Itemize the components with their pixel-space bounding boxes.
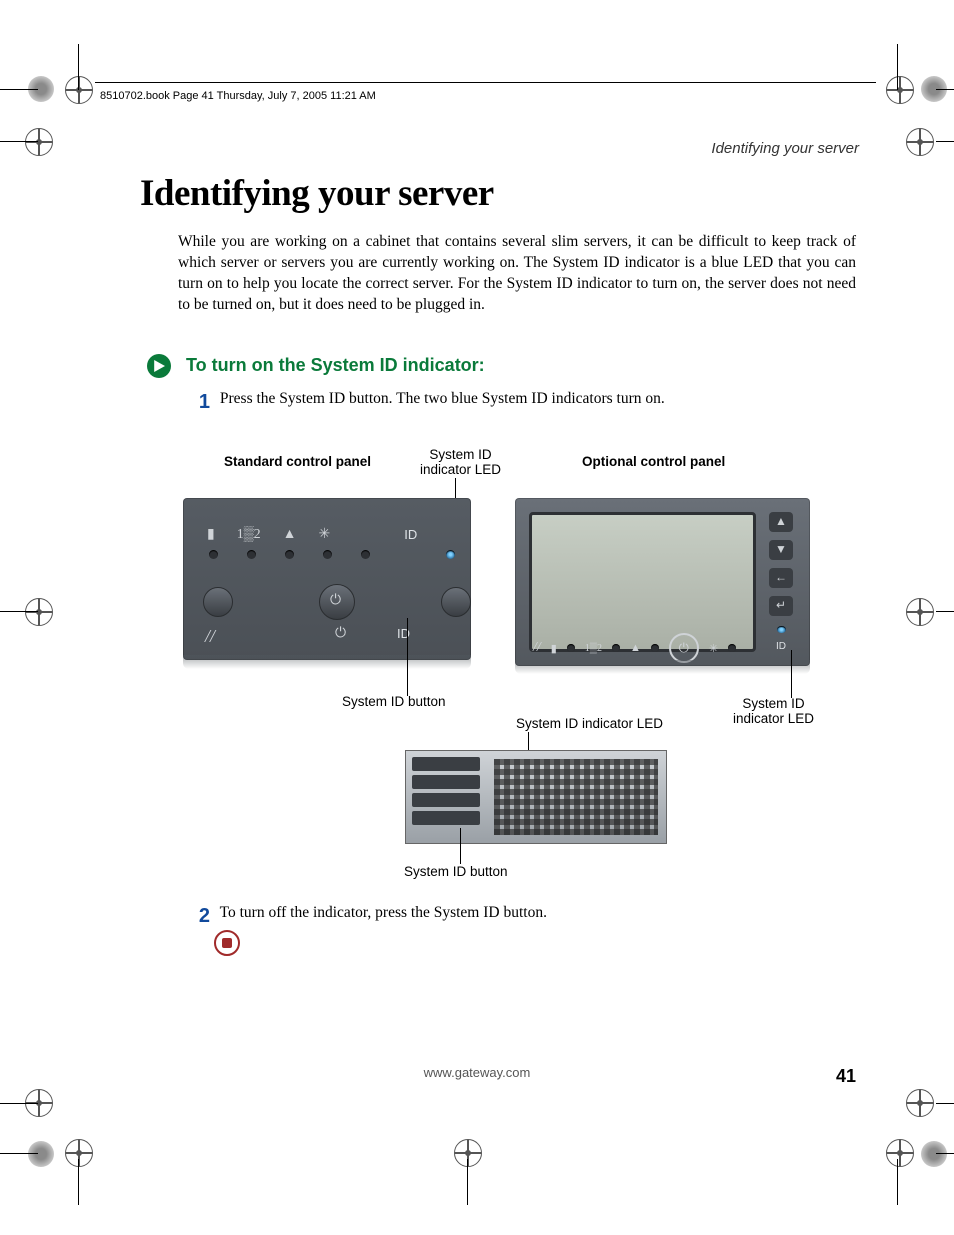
system-id-led [777,626,786,633]
power-button-figure: ⏻ [319,584,355,620]
system-id-button-figure [441,587,471,617]
footer-url: www.gateway.com [0,1065,954,1080]
registration-mark-icon [25,598,53,626]
panel-reflection [515,660,810,674]
page-title: Identifying your server [140,172,494,215]
printer-mark-icon [28,1141,54,1167]
down-arrow-icon: ▼ [769,540,793,560]
label-sysid-led-right: System ID indicator LED [733,696,814,726]
step-number: 1 [186,388,210,416]
crop-line [467,1159,468,1205]
page-number: 41 [836,1066,856,1087]
led [612,644,620,652]
warning-icon: ▲ [630,642,641,654]
led [651,644,659,652]
header-rule [95,82,876,83]
intro-paragraph: While you are working on a cabinet that … [178,232,856,316]
step-text: To turn off the indicator, press the Sys… [220,904,547,921]
reset-icon: // [205,626,215,647]
crop-line [936,1153,954,1154]
led [728,644,736,652]
registration-mark-icon [886,1139,914,1167]
port-icon [412,793,480,807]
step-number: 2 [186,902,210,930]
panel-reflection [183,655,471,669]
net-led [247,550,256,559]
enter-icon: ↵ [769,596,793,616]
port-icon [412,775,480,789]
step-2: 2 To turn off the indicator, press the S… [186,902,856,930]
running-head: Identifying your server [711,140,859,157]
led [567,644,575,652]
crop-line [78,1159,79,1205]
label-standard-panel: Standard control panel [224,454,371,469]
callout-line [791,650,792,698]
crop-line [936,611,954,612]
stop-icon [214,930,240,956]
hdd-icon: ▮ [207,526,215,543]
crop-line [0,141,38,142]
crop-line [897,44,898,90]
procedure-title: To turn on the System ID indicator: [186,355,485,376]
system-id-led [446,550,455,559]
fan-icon: ✳ [709,642,718,655]
crop-line [0,611,38,612]
book-metadata: 8510702.book Page 41 Thursday, July 7, 2… [100,90,376,102]
fan-icon: ✳ [319,526,331,543]
crop-line [0,89,38,90]
label-sysid-led-top: System ID indicator LED [420,447,501,477]
callout-line [460,828,461,864]
port-icon [412,757,480,771]
lcd-screen [529,512,756,652]
label-sysid-button-bottom: System ID button [404,864,508,879]
reset-icon: // [533,640,541,656]
vent-grille [494,759,658,835]
standard-control-panel-figure: ▮ 1▒2 ▲ ✳ ID ⏻ // [183,498,471,660]
step-text: Press the System ID button. The two blue… [220,390,665,407]
play-icon [147,354,171,378]
crop-line [0,1153,38,1154]
callout-line [407,618,408,696]
crop-line [936,89,954,90]
back-arrow-icon: ← [769,568,793,588]
net-led-2 [285,550,294,559]
registration-mark-icon [906,1089,934,1117]
crop-line [936,1103,954,1104]
registration-mark-icon [906,598,934,626]
port-icon [412,811,480,825]
optional-control-panel-figure: ▲ ▼ ← ↵ ID // ▮ 1▒2 ▲ ⏻ ✳ [515,498,810,666]
power-icon: ⏻ [335,626,346,642]
printer-mark-icon [921,1141,947,1167]
crop-line [78,44,79,90]
label-sysid-button: System ID button [342,694,446,709]
registration-mark-icon [65,76,93,104]
label-optional-panel: Optional control panel [582,454,725,469]
registration-mark-icon [454,1139,482,1167]
crop-line [897,1159,898,1205]
fan-led [361,550,370,559]
step-1: 1 Press the System ID button. The two bl… [186,388,856,416]
reset-button-figure [203,587,233,617]
power-button-figure: ⏻ [669,633,699,663]
rear-panel-figure [405,750,667,844]
id-label: ID [404,527,417,542]
registration-mark-icon [886,76,914,104]
crop-line [0,1103,38,1104]
hdd-icon: ▮ [551,642,557,655]
network-icon: 1▒2 [237,527,261,543]
registration-mark-icon [65,1139,93,1167]
up-arrow-icon: ▲ [769,512,793,532]
registration-mark-icon [25,128,53,156]
registration-mark-icon [906,128,934,156]
warning-icon: ▲ [283,527,297,543]
warn-led [323,550,332,559]
crop-line [936,141,954,142]
hdd-led [209,550,218,559]
network-icon: 1▒2 [585,643,602,654]
id-label: ID [397,626,410,641]
label-sysid-led-bottom: System ID indicator LED [516,716,663,731]
